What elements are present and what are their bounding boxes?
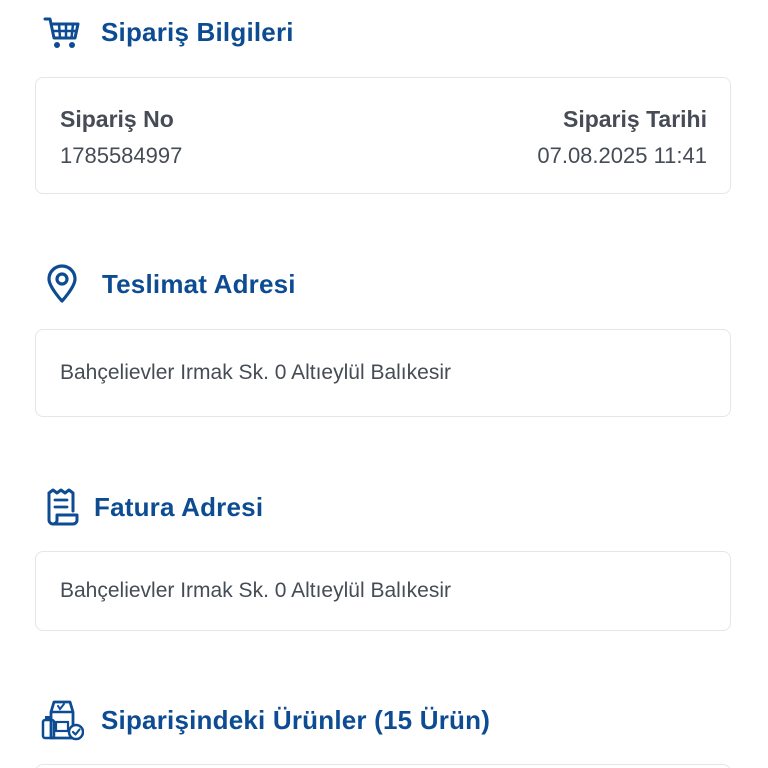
groceries-icon [40, 698, 84, 742]
products-header: Siparişindeki Ürünler (15 Ürün) [40, 698, 490, 742]
delivery-address-header: Teslimat Adresi [40, 262, 296, 306]
order-detail-page: Sipariş Bilgileri Sipariş No 1785584997 … [0, 0, 768, 768]
invoice-address-header: Fatura Adresi [40, 485, 263, 529]
order-info-title: Sipariş Bilgileri [101, 16, 294, 47]
order-date-label: Sipariş Tarihi [562, 106, 707, 132]
order-info-header: Sipariş Bilgileri [40, 10, 294, 54]
order-number-value: 1785584997 [60, 143, 183, 168]
shopping-cart-icon [40, 10, 84, 54]
delivery-address-card: Bahçelievler Irmak Sk. 0 Altıeylül Balık… [35, 329, 731, 417]
delivery-address-title: Teslimat Adresi [102, 268, 296, 299]
products-card [35, 764, 731, 768]
order-number-block: Sipariş No 1785584997 [60, 103, 182, 173]
order-info-card: Sipariş No 1785584997 Sipariş Tarihi 07.… [35, 77, 731, 194]
order-number-label: Sipariş No [60, 106, 174, 132]
order-date-block: Sipariş Tarihi 07.08.2025 11:41 [537, 103, 707, 173]
invoice-address-text: Bahçelievler Irmak Sk. 0 Altıeylül Balık… [60, 579, 451, 602]
products-title: Siparişindeki Ürünler (15 Ürün) [101, 704, 491, 735]
order-date-value: 07.08.2025 11:41 [537, 143, 707, 168]
location-pin-icon [40, 262, 84, 306]
invoice-address-title: Fatura Adresi [94, 491, 264, 522]
delivery-address-text: Bahçelievler Irmak Sk. 0 Altıeylül Balık… [60, 361, 451, 384]
invoice-address-card: Bahçelievler Irmak Sk. 0 Altıeylül Balık… [35, 551, 731, 631]
receipt-icon [40, 485, 84, 529]
